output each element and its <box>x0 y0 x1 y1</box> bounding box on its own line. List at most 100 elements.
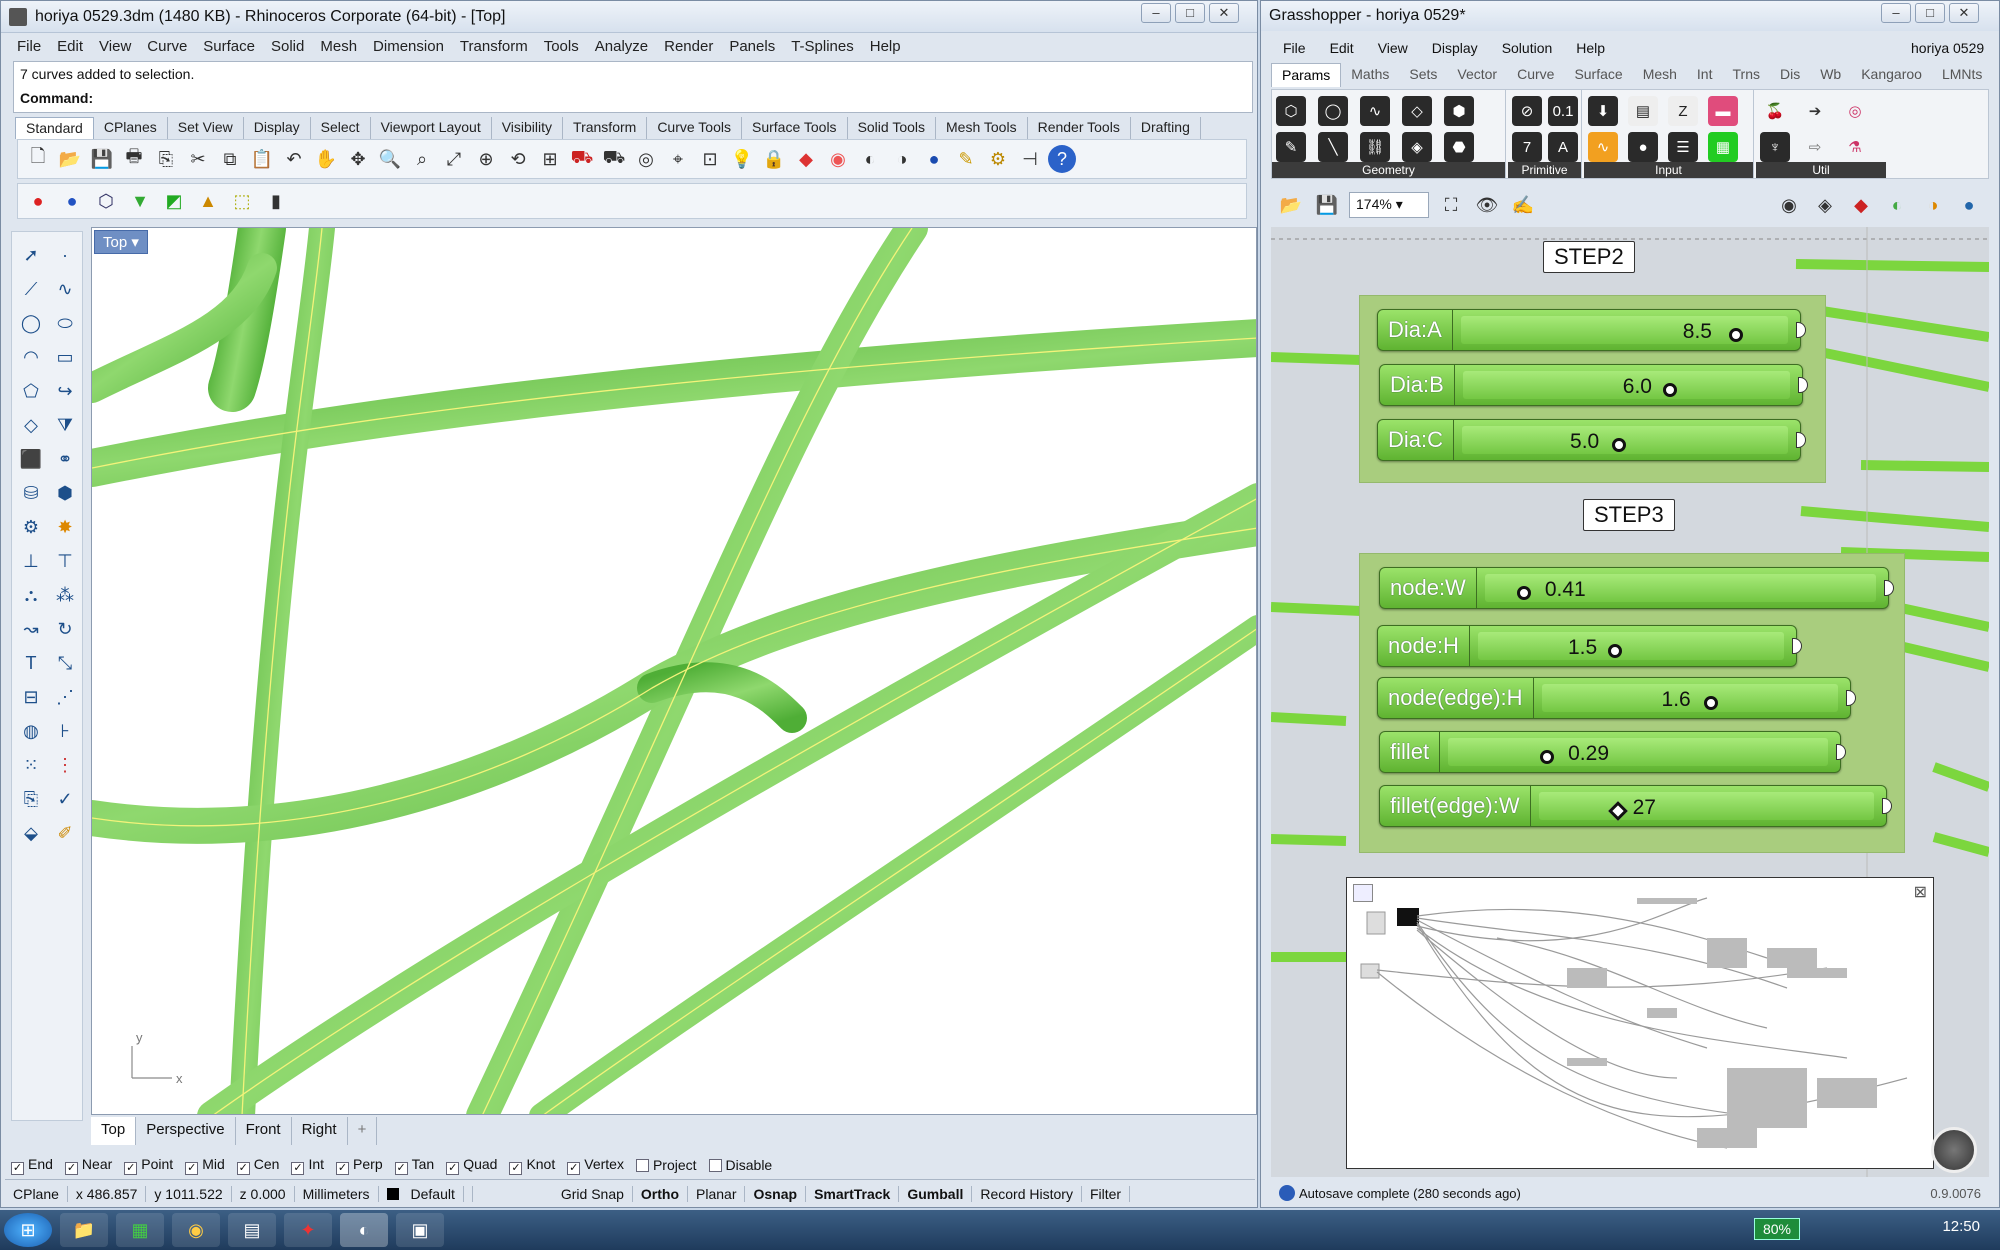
slider-dia-b[interactable]: Dia:B 6.0 <box>1379 364 1808 406</box>
select-arrow-icon[interactable]: ➚ <box>17 241 45 269</box>
add-viewport-icon[interactable]: + <box>348 1117 378 1145</box>
gh-tab-sets[interactable]: Sets <box>1399 63 1447 87</box>
gh-tab-vector[interactable]: Vector <box>1447 63 1507 87</box>
explorer-taskbar-icon[interactable]: 📁 <box>60 1213 108 1247</box>
material-preview-icon[interactable]: ◐ <box>1883 191 1911 219</box>
rhino-taskbar-icon[interactable]: ◐ <box>340 1213 388 1247</box>
help-icon[interactable]: ? <box>1048 145 1076 173</box>
chevron-down-icon[interactable]: ▾ <box>131 234 139 251</box>
close-button[interactable]: ✕ <box>1209 3 1239 23</box>
status-planar[interactable]: Planar <box>688 1185 746 1202</box>
menu-render[interactable]: Render <box>656 35 721 59</box>
gh-titlebar[interactable]: Grasshopper - horiya 0529* – □ ✕ <box>1261 1 1999 31</box>
plane-param-icon[interactable]: ◈ <box>1402 132 1432 162</box>
import-input-icon[interactable]: ⬇ <box>1588 96 1618 126</box>
rotate-view-icon[interactable]: ⟲ <box>504 145 532 173</box>
battery-indicator[interactable]: 80% <box>1753 1218 1800 1240</box>
checkbox[interactable]: ✓ <box>64 1161 78 1175</box>
gh-tab-mesh[interactable]: Mesh <box>1633 63 1687 87</box>
undo-icon[interactable]: ↶ <box>280 145 308 173</box>
menu-panels[interactable]: Panels <box>721 35 783 59</box>
gh-tab-surface[interactable]: Surface <box>1564 63 1632 87</box>
checkbox[interactable] <box>635 1159 649 1172</box>
preview-mode-icon[interactable]: ◉ <box>1775 191 1803 219</box>
surface-icon[interactable]: ◇ <box>17 411 45 439</box>
slider-track[interactable]: 1.5 <box>1477 632 1784 660</box>
import-icon[interactable]: ⎘ <box>152 145 180 173</box>
select-icon[interactable]: ⊡ <box>696 145 724 173</box>
ellipse-icon[interactable]: ⬭ <box>51 309 79 337</box>
menu-surface[interactable]: Surface <box>195 35 263 59</box>
slider-knob[interactable] <box>1662 383 1677 397</box>
swatch-input-icon[interactable]: ▦ <box>1708 132 1738 162</box>
cylinder-tool-icon[interactable]: ⛁ <box>17 479 45 507</box>
osnap-end[interactable]: ✓ End <box>11 1156 53 1175</box>
osnap-project[interactable]: Project <box>635 1157 697 1173</box>
slider-track[interactable]: 6.0 <box>1462 371 1790 399</box>
paint-icon[interactable]: ✐ <box>51 819 79 847</box>
slider-knob[interactable] <box>1728 328 1743 342</box>
menu-tools[interactable]: Tools <box>536 35 587 59</box>
status-layer[interactable]: Default <box>379 1185 473 1202</box>
line-param-icon[interactable]: ╲ <box>1318 132 1348 162</box>
rendered-sphere-icon[interactable]: ◑ <box>888 145 916 173</box>
circle-param-icon[interactable]: ◯ <box>1318 96 1348 126</box>
status-osnap[interactable]: Osnap <box>745 1185 807 1202</box>
loft-icon[interactable]: ⧩ <box>51 411 79 439</box>
gh-menu-display[interactable]: Display <box>1420 37 1490 61</box>
osnap-near[interactable]: ✓ Near <box>64 1156 112 1175</box>
osnap-point[interactable]: ✓ Point <box>124 1156 173 1175</box>
color-preview-icon[interactable]: ◑ <box>1919 191 1947 219</box>
surface-param-icon[interactable]: ◇ <box>1402 96 1432 126</box>
menu-curve[interactable]: Curve <box>139 35 195 59</box>
layer-icon[interactable]: ◆ <box>792 145 820 173</box>
new-file-icon[interactable]: 🗋 <box>24 145 52 173</box>
excel-taskbar-icon[interactable]: ▦ <box>116 1213 164 1247</box>
osnap-tan[interactable]: ✓ Tan <box>394 1156 434 1175</box>
edit-points-icon[interactable]: ⋰ <box>51 683 79 711</box>
arrow-right-icon[interactable]: ➔ <box>1800 96 1830 126</box>
checkbox[interactable]: ✓ <box>446 1161 460 1175</box>
menu-transform[interactable]: Transform <box>452 35 536 59</box>
curve-param-icon[interactable]: ∿ <box>1360 96 1390 126</box>
tab-drafting[interactable]: Drafting <box>1131 117 1201 139</box>
canvas-navigator[interactable]: ⊠ <box>1346 877 1934 1169</box>
analyze-icon[interactable]: ⎘ <box>17 785 45 813</box>
slider-knob[interactable] <box>1703 696 1718 710</box>
arrow-outline-icon[interactable]: ⇨ <box>1800 132 1830 162</box>
text-param-icon[interactable]: A <box>1548 132 1578 162</box>
checkbox[interactable]: ✓ <box>336 1161 350 1175</box>
slider-knob[interactable] <box>1540 750 1555 764</box>
slider-node-w[interactable]: node:W 0.41 <box>1379 567 1894 609</box>
ungroup-icon[interactable]: ⁂ <box>51 581 79 609</box>
checkbox[interactable]: ✓ <box>185 1161 199 1175</box>
osnap-vertex[interactable]: ✓ Vertex <box>567 1156 624 1175</box>
status-units[interactable]: Millimeters <box>295 1185 379 1202</box>
chrome-taskbar-icon[interactable]: ◉ <box>172 1213 220 1247</box>
grasshopper-taskbar-icon[interactable]: ▣ <box>396 1213 444 1247</box>
tab-mesh-tools[interactable]: Mesh Tools <box>936 117 1028 139</box>
menu-view[interactable]: View <box>91 35 139 59</box>
start-button[interactable]: ⊞ <box>4 1213 52 1247</box>
mesh-icon[interactable]: ⚙ <box>17 513 45 541</box>
field-param-icon[interactable]: ⬣ <box>1444 132 1474 162</box>
blue-sphere-icon[interactable]: ● <box>58 187 86 215</box>
checkbox[interactable]: ✓ <box>567 1161 581 1175</box>
zoom-extents-icon[interactable]: ⛶ <box>1437 191 1465 219</box>
gh-minimize-button[interactable]: – <box>1881 3 1911 23</box>
brep-param-icon[interactable]: ⛓ <box>1360 132 1390 162</box>
list-input-icon[interactable]: ☰ <box>1668 132 1698 162</box>
shaded-car-icon[interactable]: ⛟ <box>600 145 628 173</box>
slider-track[interactable]: 8.5 <box>1460 316 1788 344</box>
viewport-tab-perspective[interactable]: Perspective <box>136 1117 236 1145</box>
rhino-titlebar[interactable]: horiya 0529.3dm (1480 KB) - Rhinoceros C… <box>1 1 1257 33</box>
gh-tab-curve[interactable]: Curve <box>1507 63 1564 87</box>
checkbox[interactable] <box>708 1159 722 1172</box>
circle-icon[interactable]: ◯ <box>17 309 45 337</box>
status-ortho[interactable]: Ortho <box>633 1185 689 1202</box>
status-gumball[interactable]: Gumball <box>899 1185 973 1202</box>
slider-track[interactable]: 27 <box>1538 792 1874 821</box>
osnap-quad[interactable]: ✓ Quad <box>446 1156 497 1175</box>
system-clock[interactable]: 12:50 <box>1942 1218 1980 1235</box>
split-icon[interactable]: ⊤ <box>51 547 79 575</box>
